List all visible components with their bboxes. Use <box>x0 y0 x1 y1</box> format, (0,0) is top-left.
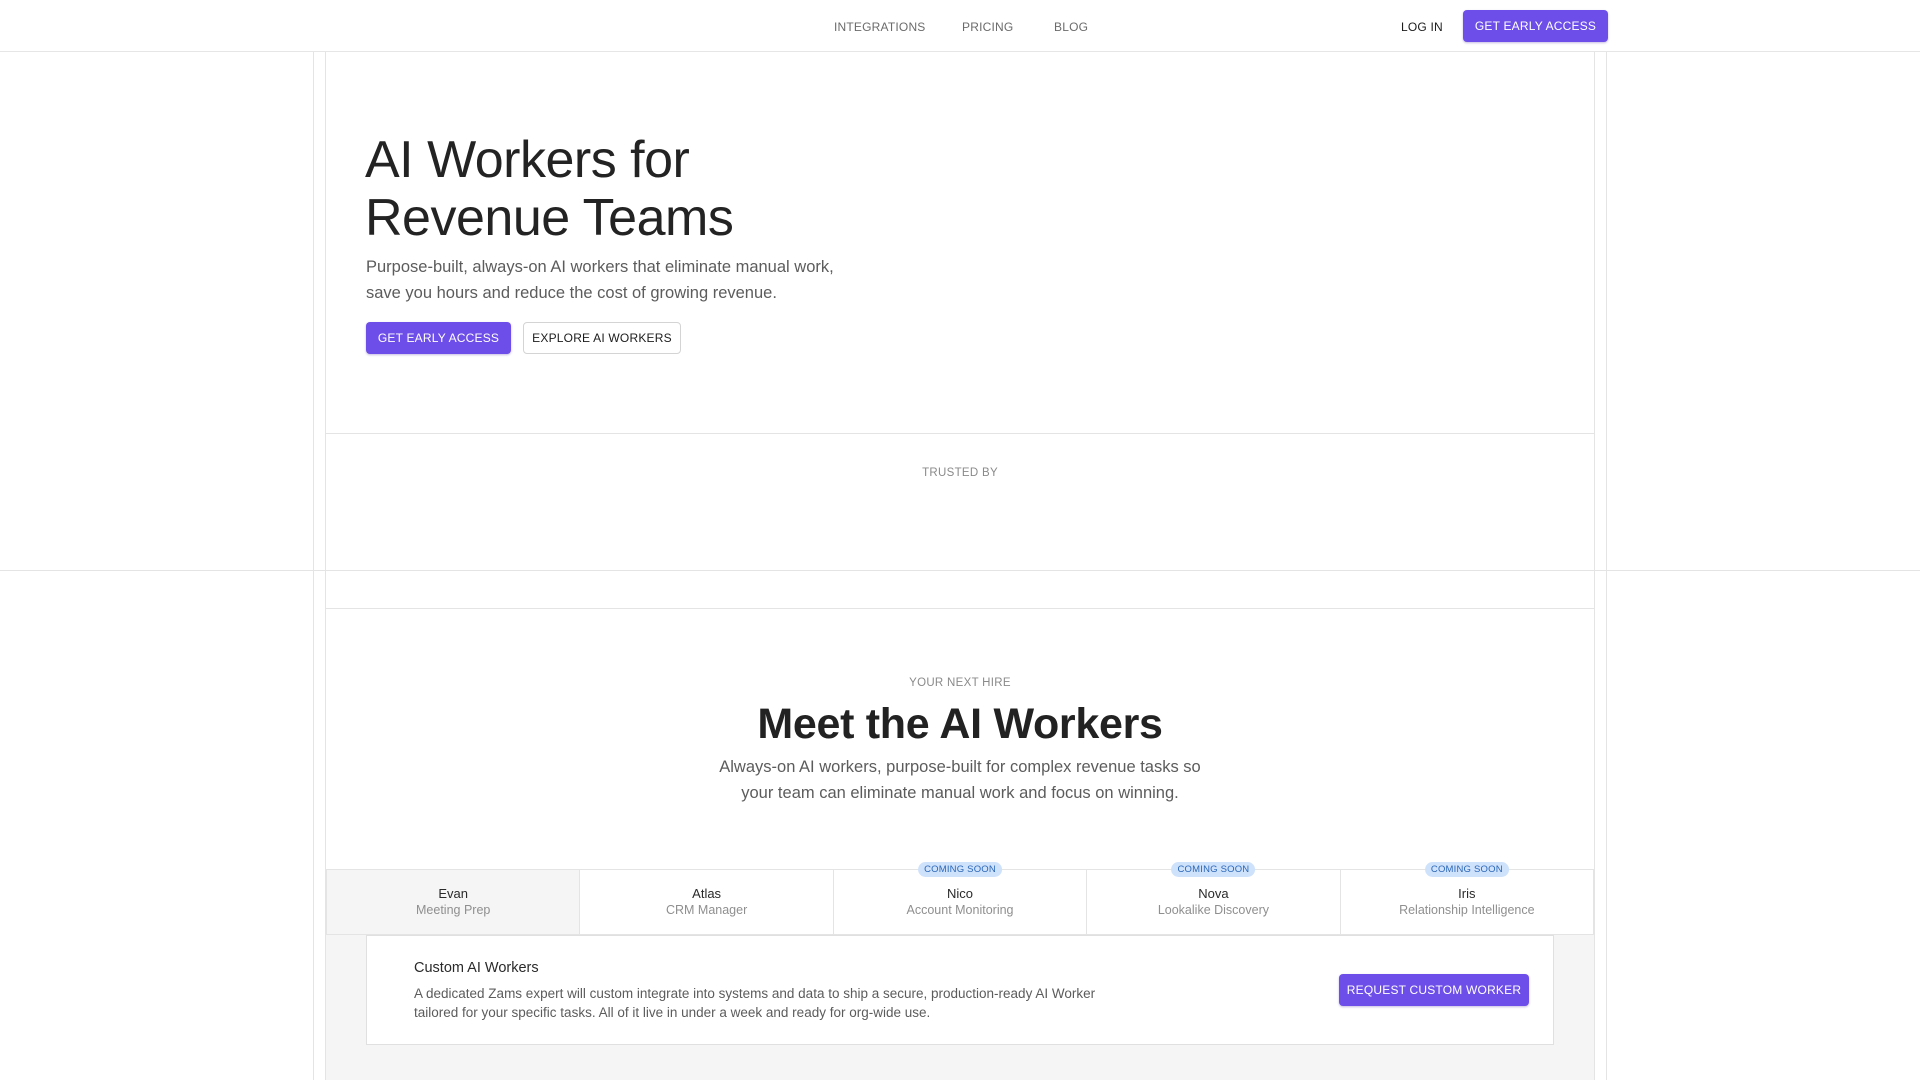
worker-tabs: Evan Meeting Prep Atlas CRM Manager COMI… <box>326 862 1595 935</box>
trusted-by-label: TRUSTED BY <box>922 467 998 479</box>
worker-tab-evan[interactable]: Evan Meeting Prep <box>326 870 581 934</box>
custom-card-description: A dedicated Zams expert will custom inte… <box>414 984 1154 1022</box>
worker-name: Nico <box>947 886 974 901</box>
login-link[interactable]: LOG IN <box>1401 20 1443 34</box>
custom-ai-workers-card: Custom AI Workers A dedicated Zams exper… <box>366 935 1554 1045</box>
header-get-early-access-button[interactable]: GET EARLY ACCESS <box>1463 10 1608 42</box>
worker-name: Atlas <box>692 886 722 901</box>
worker-tab-nico[interactable]: COMING SOON Nico Account Monitoring <box>833 862 1088 934</box>
workers-top-divider <box>326 608 1594 609</box>
worker-name: Nova <box>1198 886 1229 901</box>
frame-line-outer-left <box>313 52 314 1080</box>
coming-soon-badge: COMING SOON <box>1171 862 1256 877</box>
worker-name: Evan <box>438 886 469 901</box>
hero-title-line-2: Revenue Teams <box>365 189 734 247</box>
site-header: INTEGRATIONS PRICING BLOG LOG IN GET EAR… <box>0 0 1920 52</box>
worker-role: Account Monitoring <box>906 903 1014 917</box>
custom-card-description-line-1: A dedicated Zams expert will custom inte… <box>414 986 1096 1001</box>
section-subtitle-line-2: your team can eliminate manual work and … <box>741 784 1179 802</box>
worker-tab-nova[interactable]: COMING SOON Nova Lookalike Discovery <box>1087 862 1341 934</box>
custom-card-description-line-2: tailored for your specific tasks. All of… <box>414 1005 931 1020</box>
frame-line-outer-right <box>1606 52 1607 1080</box>
coming-soon-badge: COMING SOON <box>918 862 1002 877</box>
worker-role: Relationship Intelligence <box>1399 903 1535 917</box>
hero-subtitle-line-1: Purpose-built, always-on AI workers that… <box>366 258 834 276</box>
section-title: Meet the AI Workers <box>757 700 1163 748</box>
hero-title: AI Workers for Revenue Teams <box>365 131 965 247</box>
section-divider <box>0 570 1920 571</box>
custom-card-title: Custom AI Workers <box>414 960 539 976</box>
explore-ai-workers-button[interactable]: EXPLORE AI WORKERS <box>523 322 681 354</box>
worker-tab-iris[interactable]: COMING SOON Iris Relationship Intelligen… <box>1340 862 1595 934</box>
frame-line-inner-right <box>1594 52 1595 1080</box>
coming-soon-badge: COMING SOON <box>1424 862 1509 877</box>
nav-blog-link[interactable]: BLOG <box>1054 20 1088 34</box>
worker-tab-atlas[interactable]: Atlas CRM Manager <box>580 870 834 934</box>
hero-subtitle-line-2: save you hours and reduce the cost of gr… <box>366 284 777 302</box>
section-eyebrow: YOUR NEXT HIRE <box>909 677 1011 689</box>
worker-name: Iris <box>1458 886 1476 901</box>
worker-role: Meeting Prep <box>416 903 491 917</box>
hero-get-early-access-button[interactable]: GET EARLY ACCESS <box>366 322 511 354</box>
nav-pricing-link[interactable]: PRICING <box>962 20 1013 34</box>
hero-subtitle: Purpose-built, always-on AI workers that… <box>366 254 906 306</box>
worker-role: CRM Manager <box>665 903 748 917</box>
section-subtitle-line-1: Always-on AI workers, purpose-built for … <box>719 758 1201 776</box>
request-custom-worker-button[interactable]: REQUEST CUSTOM WORKER <box>1339 974 1529 1006</box>
hero-bottom-divider <box>326 433 1594 434</box>
worker-role: Lookalike Discovery <box>1157 903 1269 917</box>
nav-integrations-link[interactable]: INTEGRATIONS <box>834 20 926 34</box>
section-subtitle: Always-on AI workers, purpose-built for … <box>700 754 1220 806</box>
hero-title-line-1: AI Workers for <box>365 131 690 189</box>
